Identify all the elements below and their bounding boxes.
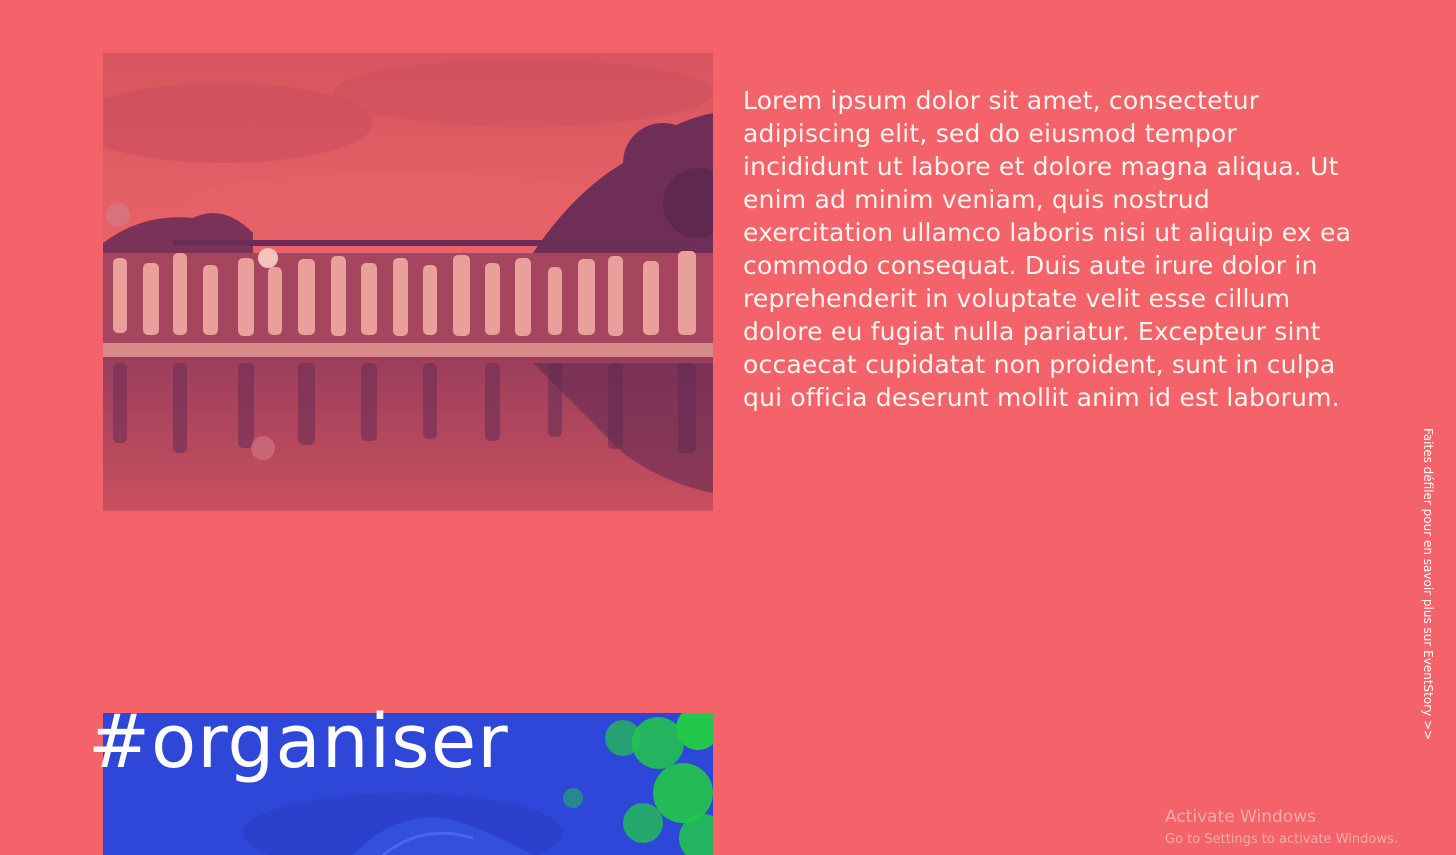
intro-paragraph: Lorem ipsum dolor sit amet, consectetur … <box>743 86 1352 412</box>
activate-windows-watermark: Activate Windows Go to Settings to activ… <box>1165 806 1398 850</box>
pool-party-photo <box>103 53 713 511</box>
watermark-subtitle: Go to Settings to activate Windows. <box>1165 832 1398 847</box>
watermark-title: Activate Windows <box>1165 807 1316 827</box>
organiser-heading: #organiser <box>88 699 509 785</box>
scroll-more-link[interactable]: Faites défiler pour en savoir plus sur E… <box>1420 428 1436 740</box>
